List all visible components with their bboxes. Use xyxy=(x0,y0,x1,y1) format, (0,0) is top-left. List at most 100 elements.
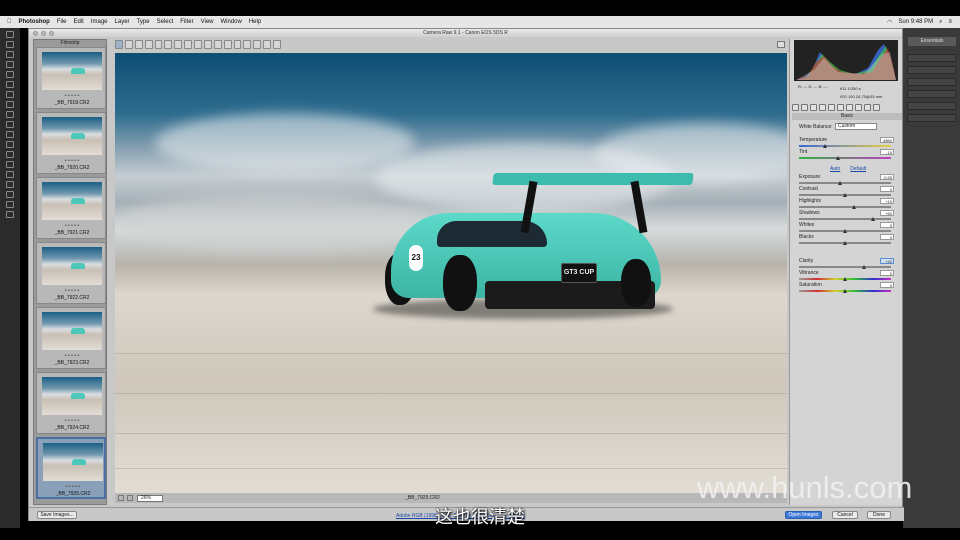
graduated-filter-icon[interactable] xyxy=(223,40,232,49)
filmstrip-thumbnail[interactable]: • • • • • _BB_7925.CR2 xyxy=(36,437,106,499)
fullscreen-toggle-icon[interactable] xyxy=(777,41,785,48)
slider-track[interactable] xyxy=(799,145,891,147)
star-rating[interactable]: • • • • • xyxy=(37,418,107,424)
path-select-icon[interactable] xyxy=(6,181,14,188)
eraser-tool-icon[interactable] xyxy=(6,131,14,138)
red-eye-icon[interactable] xyxy=(203,40,212,49)
menu-window[interactable]: Window xyxy=(221,19,242,25)
shape-tool-icon[interactable] xyxy=(6,191,14,198)
lasso-tool-icon[interactable] xyxy=(6,51,14,58)
auto-link[interactable]: Auto xyxy=(830,166,840,172)
tab-detail-icon[interactable] xyxy=(810,104,817,111)
trash-icon[interactable] xyxy=(273,40,281,49)
menu-edit[interactable]: Edit xyxy=(74,19,84,25)
zoom-tool-icon[interactable] xyxy=(6,211,14,218)
slider-value-field[interactable]: +60 xyxy=(880,210,894,216)
slider-track[interactable] xyxy=(799,157,891,159)
slider-track[interactable] xyxy=(799,266,891,268)
clock[interactable]: Sun 9:48 PM xyxy=(898,19,933,25)
preferences-icon[interactable] xyxy=(243,40,252,49)
slider-handle[interactable] xyxy=(862,265,867,269)
slider-track[interactable] xyxy=(799,218,891,220)
targeted-adjustment-icon[interactable] xyxy=(154,40,163,49)
slider-track[interactable] xyxy=(799,182,891,184)
stamp-tool-icon[interactable] xyxy=(6,111,14,118)
star-rating[interactable]: • • • • • xyxy=(37,223,107,229)
star-rating[interactable]: • • • • • xyxy=(37,353,107,359)
tab-calibration-icon[interactable] xyxy=(855,104,862,111)
tab-lens-icon[interactable] xyxy=(837,104,844,111)
star-rating[interactable]: • • • • • xyxy=(37,158,107,164)
panel-row[interactable] xyxy=(907,102,956,110)
slider-handle[interactable] xyxy=(838,181,843,185)
list-icon[interactable]: ≡ xyxy=(948,19,952,25)
adjustment-brush-icon[interactable] xyxy=(213,40,222,49)
slider-handle[interactable] xyxy=(852,205,857,209)
slider-handle[interactable] xyxy=(843,277,847,281)
brush-tool-icon[interactable] xyxy=(6,101,14,108)
search-icon[interactable]: ⌕ xyxy=(939,19,942,26)
zoom-in-icon[interactable] xyxy=(127,495,133,501)
panel-row[interactable] xyxy=(907,66,956,74)
star-rating[interactable]: • • • • • xyxy=(37,93,107,99)
move-tool-icon[interactable] xyxy=(6,31,14,38)
slider-value-field[interactable]: 0 xyxy=(880,186,894,192)
image-preview[interactable]: 23 GT3 CUP xyxy=(115,53,787,493)
slider-value-field[interactable]: 0 xyxy=(880,234,894,240)
panel-row[interactable] xyxy=(907,114,956,122)
slider-handle[interactable] xyxy=(822,144,827,148)
filmstrip-thumbnail[interactable]: • • • • • _BB_7921.CR2 xyxy=(36,177,106,239)
wifi-icon[interactable]: ◠ xyxy=(887,19,892,26)
filmstrip-thumbnail[interactable]: • • • • • _BB_7922.CR2 xyxy=(36,242,106,304)
magic-wand-tool-icon[interactable] xyxy=(6,61,14,68)
transform-tool-icon[interactable] xyxy=(184,40,192,49)
default-link[interactable]: Default xyxy=(850,166,866,172)
panel-row[interactable] xyxy=(907,78,956,86)
zoom-level[interactable]: 26% xyxy=(137,494,163,502)
tab-snapshots-icon[interactable] xyxy=(873,104,880,111)
slider-value-field[interactable]: +42 xyxy=(880,258,894,264)
panel-row[interactable] xyxy=(907,54,956,62)
slider-value-field[interactable]: 4850 xyxy=(880,137,894,143)
slider-value-field[interactable]: 0 xyxy=(880,222,894,228)
rotate-right-icon[interactable] xyxy=(263,40,271,49)
filmstrip-thumbnail[interactable]: • • • • • _BB_7920.CR2 xyxy=(36,112,106,174)
color-sampler-icon[interactable] xyxy=(144,40,153,49)
zoom-icon[interactable] xyxy=(49,31,54,36)
slider-value-field[interactable]: -0.55 xyxy=(880,174,894,180)
slider-value-field[interactable]: 0 xyxy=(880,282,894,288)
filmstrip-thumbnail[interactable]: • • • • • _BB_7924.CR2 xyxy=(36,372,106,434)
star-rating[interactable]: • • • • • xyxy=(38,484,108,490)
star-rating[interactable]: • • • • • xyxy=(37,288,107,294)
menu-view[interactable]: View xyxy=(201,19,214,25)
slider-handle[interactable] xyxy=(843,229,847,233)
menu-type[interactable]: Type xyxy=(137,19,150,25)
slider-handle[interactable] xyxy=(835,156,840,160)
tab-basic-icon[interactable] xyxy=(792,104,799,111)
slider-handle[interactable] xyxy=(843,289,847,293)
radial-filter-icon[interactable] xyxy=(233,40,242,49)
history-brush-icon[interactable] xyxy=(6,121,14,128)
tab-hsl-icon[interactable] xyxy=(819,104,826,111)
type-tool-icon[interactable] xyxy=(6,171,14,178)
spot-removal-icon[interactable] xyxy=(194,40,202,49)
hand-tool-icon[interactable] xyxy=(124,40,133,49)
menu-file[interactable]: File xyxy=(57,19,67,25)
white-balance-select[interactable]: Custom xyxy=(835,123,877,130)
slider-track[interactable] xyxy=(799,206,891,208)
straighten-tool-icon[interactable] xyxy=(174,40,183,49)
menu-app-name[interactable]: Photoshop xyxy=(19,19,50,25)
eyedropper-tool-icon[interactable] xyxy=(6,81,14,88)
gradient-tool-icon[interactable] xyxy=(6,141,14,148)
menu-select[interactable]: Select xyxy=(157,19,174,25)
white-balance-tool-icon[interactable] xyxy=(134,40,143,49)
crop-tool-icon[interactable] xyxy=(164,40,173,49)
slider-value-field[interactable]: 0 xyxy=(880,270,894,276)
slider-handle[interactable] xyxy=(843,241,847,245)
workspace-switcher[interactable]: Essentials xyxy=(908,37,956,46)
slider-handle[interactable] xyxy=(843,193,847,197)
marquee-tool-icon[interactable] xyxy=(6,41,14,48)
menu-help[interactable]: Help xyxy=(249,19,261,25)
tab-effects-icon[interactable] xyxy=(846,104,853,111)
filmstrip-thumbnail[interactable]: • • • • • _BB_7918.CR2 xyxy=(36,47,106,109)
